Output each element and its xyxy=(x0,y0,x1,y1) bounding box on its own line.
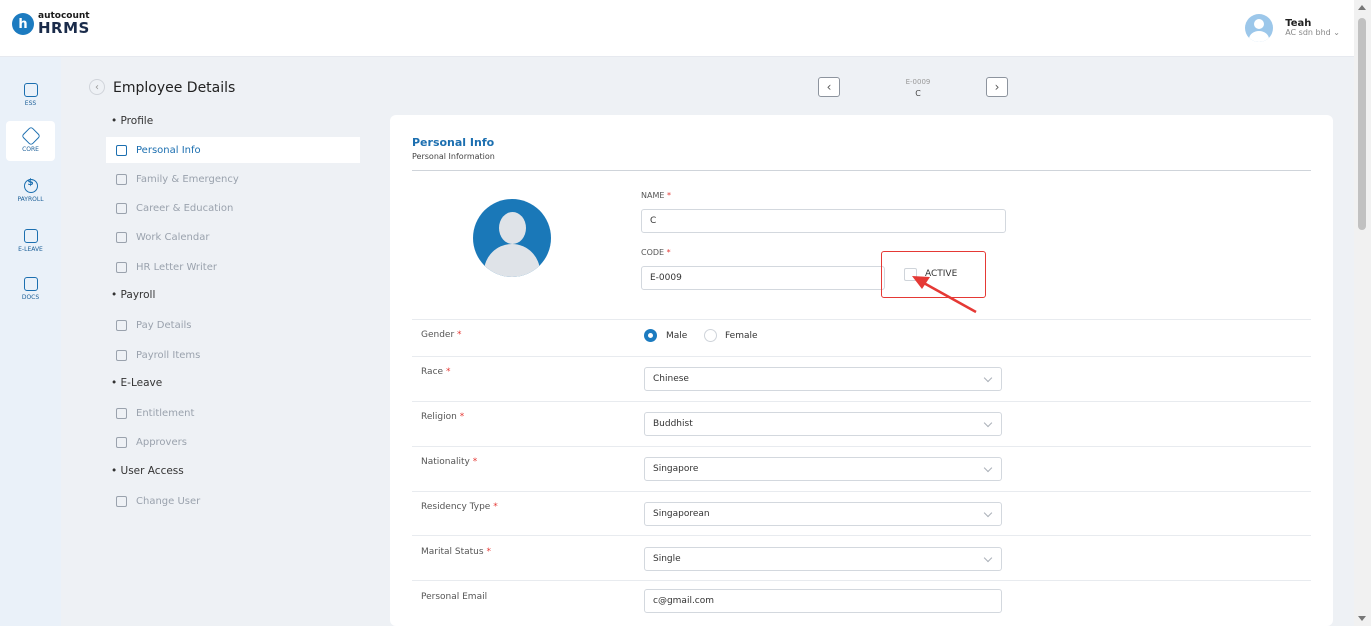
marital-status-select[interactable]: Single xyxy=(644,547,1002,571)
divider xyxy=(412,319,1311,320)
nav-item-work-calendar[interactable]: Work Calendar xyxy=(106,224,360,250)
calendar-check-icon xyxy=(116,407,127,419)
module-rail: ESS CORE PAYROLL E-LEAVE DOCS xyxy=(0,57,61,626)
rail-label: CORE xyxy=(22,146,39,153)
rail-label: ESS xyxy=(24,100,37,107)
id-card-icon xyxy=(116,144,127,156)
nationality-label: Nationality * xyxy=(421,457,478,467)
payroll-items-icon xyxy=(116,349,127,361)
rail-item-e-leave[interactable]: E-LEAVE xyxy=(6,221,55,261)
race-select[interactable]: Chinese xyxy=(644,367,1002,391)
scroll-up-arrow-icon[interactable] xyxy=(1358,5,1366,10)
ess-icon xyxy=(23,83,38,97)
scroll-thumb[interactable] xyxy=(1358,18,1366,230)
calendar-icon xyxy=(23,229,38,243)
nationality-select[interactable]: Singapore xyxy=(644,457,1002,481)
rail-item-core[interactable]: CORE xyxy=(6,121,55,161)
divider xyxy=(412,446,1311,447)
nav-group-e-leave: • E-Leave xyxy=(111,377,163,389)
user-icon xyxy=(116,495,127,507)
code-input[interactable]: E-0009 xyxy=(641,266,885,290)
divider xyxy=(412,580,1311,581)
bank-icon xyxy=(116,319,127,331)
marital-status-label: Marital Status * xyxy=(421,547,491,557)
personal-info-card: Personal Info Personal Information NAME … xyxy=(390,115,1333,626)
top-bar: h autocount HRMS Teah AC sdn bhd ⌄ xyxy=(0,0,1354,57)
name-label: NAME * xyxy=(641,191,671,200)
code-label: CODE * xyxy=(641,248,671,257)
back-chevron-icon[interactable]: ‹ xyxy=(89,79,105,95)
nav-item-hr-letter-writer[interactable]: HR Letter Writer xyxy=(106,254,360,280)
rail-item-docs[interactable]: DOCS xyxy=(6,269,55,309)
user-icon xyxy=(116,436,127,448)
user-avatar-icon xyxy=(1245,14,1274,42)
user-menu[interactable]: Teah AC sdn bhd ⌄ xyxy=(1245,14,1340,42)
nav-item-personal-info[interactable]: Personal Info xyxy=(106,137,360,163)
chevron-down-icon xyxy=(983,373,993,383)
page-title: Employee Details xyxy=(113,80,236,96)
chevron-down-icon xyxy=(983,463,993,473)
logo-product: HRMS xyxy=(38,19,90,37)
residency-type-label: Residency Type * xyxy=(421,502,498,512)
previous-record-button[interactable]: ‹ xyxy=(818,77,840,97)
religion-select[interactable]: Buddhist xyxy=(644,412,1002,436)
nav-item-approvers[interactable]: Approvers xyxy=(106,429,360,455)
docs-icon xyxy=(23,277,38,291)
chevron-down-icon: ⌄ xyxy=(1333,28,1340,38)
core-icon xyxy=(20,126,41,146)
nav-group-payroll: • Payroll xyxy=(111,289,156,301)
calendar-icon xyxy=(116,231,127,243)
rail-label: PAYROLL xyxy=(17,196,44,203)
race-label: Race * xyxy=(421,367,451,377)
nav-group-profile: • Profile xyxy=(111,115,154,127)
residency-type-select[interactable]: Singaporean xyxy=(644,502,1002,526)
divider xyxy=(412,491,1311,492)
personal-email-label: Personal Email xyxy=(421,592,488,602)
nav-item-pay-details[interactable]: Pay Details xyxy=(106,312,360,338)
nav-item-change-user[interactable]: Change User xyxy=(106,488,360,514)
scroll-down-arrow-icon[interactable] xyxy=(1358,616,1366,621)
rail-label: E-LEAVE xyxy=(18,246,43,253)
section-subtitle: Personal Information xyxy=(412,152,495,161)
payroll-icon xyxy=(23,178,38,193)
divider xyxy=(412,356,1311,357)
nav-item-payroll-items[interactable]: Payroll Items xyxy=(106,342,360,368)
gender-male-radio[interactable] xyxy=(644,329,657,342)
divider xyxy=(412,170,1311,171)
section-title: Personal Info xyxy=(412,136,495,149)
divider xyxy=(412,535,1311,536)
company-name: AC sdn bhd xyxy=(1285,28,1331,38)
nav-item-family-emergency[interactable]: Family & Emergency xyxy=(106,166,360,192)
chevron-down-icon xyxy=(983,508,993,518)
annotation-arrow-icon xyxy=(912,276,977,314)
logo-mark: h xyxy=(12,13,34,35)
name-input[interactable]: C xyxy=(641,209,1006,233)
rail-item-ess[interactable]: ESS xyxy=(6,75,55,115)
profile-photo-placeholder[interactable] xyxy=(473,199,551,277)
gender-label: Gender * xyxy=(421,330,462,340)
record-name: C xyxy=(915,89,921,98)
briefcase-icon xyxy=(116,202,127,214)
nav-item-entitlement[interactable]: Entitlement xyxy=(106,400,360,426)
chevron-down-icon xyxy=(983,418,993,428)
nav-item-career-education[interactable]: Career & Education xyxy=(106,195,360,221)
next-record-button[interactable]: › xyxy=(986,77,1008,97)
chevron-down-icon xyxy=(983,553,993,563)
app-logo[interactable]: h autocount HRMS xyxy=(12,12,90,36)
scrollbar[interactable] xyxy=(1354,0,1371,626)
letter-icon xyxy=(116,261,127,273)
gender-female-label: Female xyxy=(725,331,758,341)
gender-male-label: Male xyxy=(666,331,688,341)
personal-email-input[interactable]: c@gmail.com xyxy=(644,589,1002,613)
religion-label: Religion * xyxy=(421,412,465,422)
record-code: E-0009 xyxy=(905,78,931,86)
divider xyxy=(412,401,1311,402)
nav-group-user-access: • User Access xyxy=(111,465,184,477)
rail-item-payroll[interactable]: PAYROLL xyxy=(6,171,55,211)
employee-subnav: ‹ Employee Details • Profile Personal In… xyxy=(75,57,375,626)
rail-label: DOCS xyxy=(21,294,40,301)
gender-female-radio[interactable] xyxy=(704,329,717,342)
family-icon xyxy=(116,173,127,185)
